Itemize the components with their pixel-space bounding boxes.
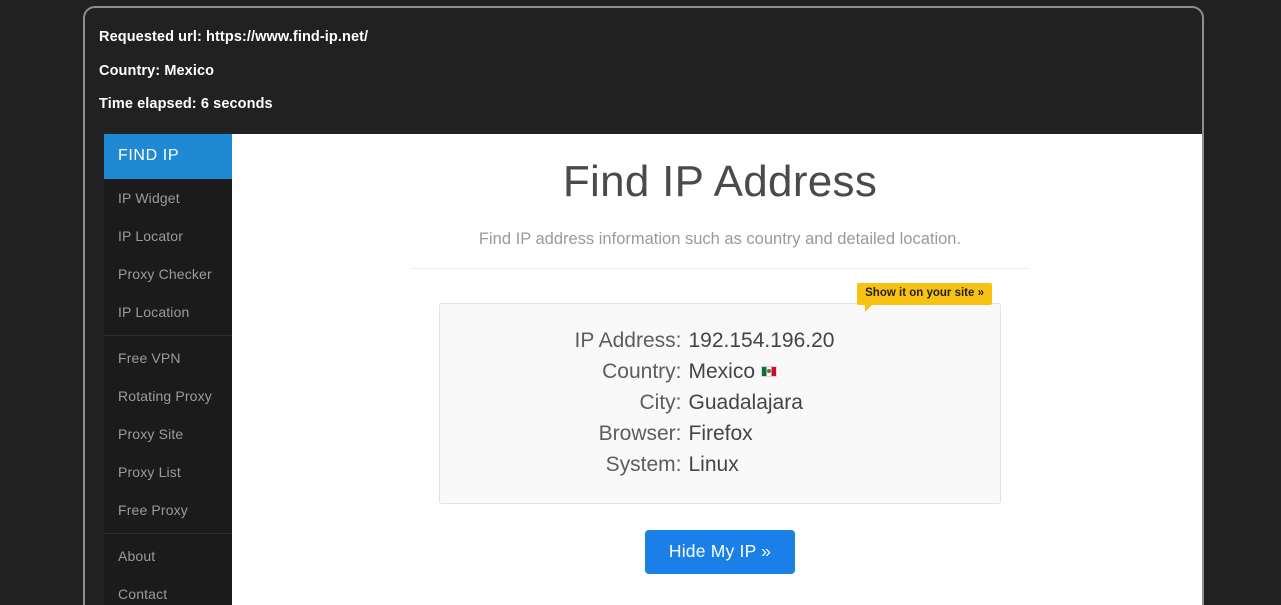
sidebar-item-free-vpn[interactable]: Free VPN: [104, 339, 232, 377]
website-body: FIND IP IP Widget IP Locator Proxy Checker I…: [104, 134, 1202, 605]
ip-info-row: IP Address: 192.154.196.20: [440, 330, 1000, 351]
requested-url-line: Requested url: https://www.find-ip.net/: [99, 29, 369, 45]
sidebar-item-proxy-checker[interactable]: Proxy Checker: [104, 255, 232, 293]
ip-info-card: IP Address: 192.154.196.20 Country: Mexico C…: [439, 302, 1001, 504]
page-title: Find IP Address: [562, 157, 878, 206]
sidebar-nav: FIND IP IP Widget IP Locator Proxy Checker I…: [104, 134, 232, 605]
browser-viewport-frame: Requested url: https://www.find-ip.net/ …: [83, 6, 1204, 605]
sidebar-item-about[interactable]: About: [104, 537, 232, 575]
ip-info-value-text: Firefox: [688, 421, 753, 445]
ip-info-value: 192.154.196.20: [689, 330, 919, 351]
sidebar-item-ip-location[interactable]: IP Location: [104, 293, 232, 331]
ip-info-value-text: Mexico: [688, 359, 756, 383]
mexico-flag-icon: [761, 365, 778, 377]
sidebar-item-find-ip[interactable]: FIND IP: [104, 134, 232, 179]
ip-info-label: City:: [639, 390, 682, 414]
screenshot-root: Requested url: https://www.find-ip.net/ …: [0, 0, 1281, 605]
sidebar-separator: [104, 533, 232, 534]
sidebar-item-rotating-proxy[interactable]: Rotating Proxy: [104, 377, 232, 415]
cta-container: Hide My IP »: [232, 529, 1202, 574]
ip-info-value-text: 192.154.196.20: [688, 328, 835, 352]
ip-info-value: Linux: [689, 454, 919, 475]
sidebar-item-proxy-site[interactable]: Proxy Site: [104, 415, 232, 453]
sidebar-item-proxy-list[interactable]: Proxy List: [104, 453, 232, 491]
ip-info-label: System:: [605, 452, 682, 476]
sidebar-item-contact[interactable]: Contact: [104, 575, 232, 605]
country-line: Country: Mexico: [99, 62, 215, 79]
main-content: Find IP Address Find IP address informat…: [232, 134, 1202, 605]
ip-info-value: Firefox: [689, 423, 919, 444]
task-meta-header: Requested url: https://www.find-ip.net/ …: [85, 8, 1202, 112]
show-on-your-site-badge[interactable]: Show it on your site »: [857, 282, 992, 312]
ip-info-value: Guadalajara: [689, 392, 919, 413]
ip-info-row: System: Linux: [440, 454, 1000, 475]
time-elapsed-line: Time elapsed: 6 seconds: [99, 96, 273, 112]
hide-my-ip-button[interactable]: Hide My IP »: [644, 529, 796, 574]
ip-info-label: Country:: [602, 359, 682, 383]
ip-info-value-text: Guadalajara: [688, 390, 803, 414]
sidebar-item-free-proxy[interactable]: Free Proxy: [104, 491, 232, 529]
sidebar-item-ip-widget[interactable]: IP Widget: [104, 179, 232, 217]
ip-info-row: Browser: Firefox: [440, 423, 1000, 444]
sidebar-separator: [104, 335, 232, 336]
header-divider: [412, 267, 1028, 269]
ip-info-value: Mexico: [689, 361, 919, 382]
ip-info-value-text: Linux: [688, 452, 739, 476]
page-subtitle: Find IP address information such as coun…: [478, 230, 962, 248]
ip-info-row: Country: Mexico: [440, 361, 1000, 382]
ip-info-row: City: Guadalajara: [440, 392, 1000, 413]
ip-info-label: IP Address:: [574, 328, 682, 352]
ip-info-label: Browser:: [598, 421, 682, 445]
sidebar-item-ip-locator[interactable]: IP Locator: [104, 217, 232, 255]
